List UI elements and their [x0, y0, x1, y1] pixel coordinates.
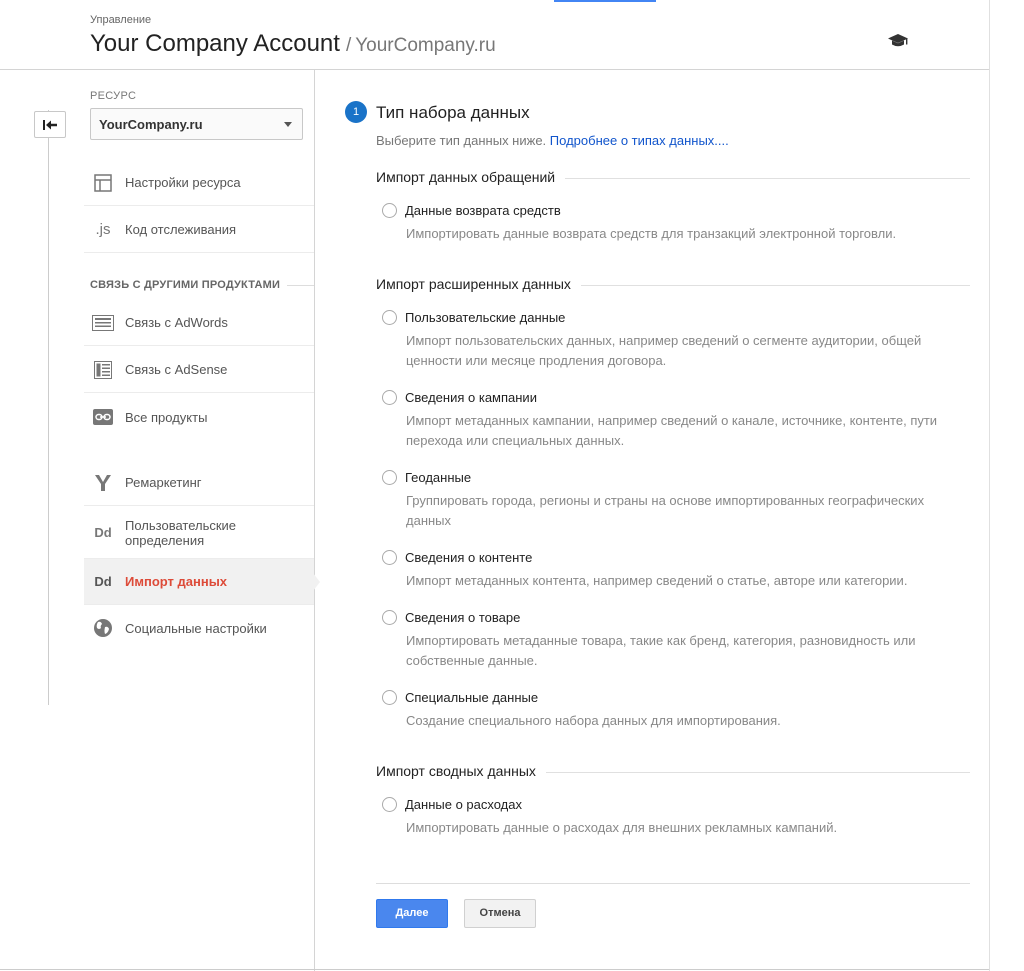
- option-description: Импорт пользовательских данных, например…: [406, 333, 922, 368]
- sidebar-item-label: Ремаркетинг: [125, 475, 202, 490]
- radio-button[interactable]: [382, 470, 397, 485]
- option-description: Импортировать данные возврата средств дл…: [406, 226, 897, 241]
- sidebar-item-custom-definitions[interactable]: Dd Пользовательские определения: [84, 507, 314, 559]
- sidebar-item-label: Импорт данных: [125, 574, 228, 589]
- sidebar-item-label: Связь с AdWords: [125, 315, 228, 330]
- sidebar-item-tracking-code[interactable]: .js Код отслеживания: [84, 207, 314, 253]
- section-divider: [287, 285, 314, 286]
- resource-select[interactable]: YourCompany.ru: [90, 108, 303, 140]
- adwords-icon: [92, 312, 114, 334]
- option-label[interactable]: Сведения о товаре: [405, 610, 520, 625]
- option-label[interactable]: Сведения о кампании: [405, 390, 537, 405]
- group-heading-hit-data: Импорт данных обращений: [376, 169, 566, 185]
- back-arrow-icon: [43, 119, 57, 130]
- sidebar-item-remarketing[interactable]: Ремаркетинг: [84, 460, 314, 506]
- property-settings-icon: [92, 172, 114, 194]
- sidebar-item-social-settings[interactable]: Социальные настройки: [84, 605, 314, 651]
- footer-divider: [0, 969, 989, 970]
- dd-icon: Dd: [94, 574, 112, 589]
- option-description: Создание специального набора данных для …: [406, 713, 781, 728]
- step-title: Тип набора данных: [376, 103, 530, 122]
- sidebar-item-adwords[interactable]: Связь с AdWords: [84, 300, 314, 346]
- option-description: Импорт метаданных контента, например све…: [406, 573, 908, 588]
- option-label[interactable]: Данные возврата средств: [405, 203, 561, 218]
- radio-button[interactable]: [382, 610, 397, 625]
- option-label[interactable]: Сведения о контенте: [405, 550, 532, 565]
- radio-button[interactable]: [382, 390, 397, 405]
- radio-button[interactable]: [382, 550, 397, 565]
- resource-select-value: YourCompany.ru: [99, 117, 203, 132]
- sidebar-item-label: Код отслеживания: [125, 222, 237, 237]
- group-heading-summary-data: Импорт сводных данных: [376, 763, 546, 779]
- radio-button[interactable]: [382, 203, 397, 218]
- option-label[interactable]: Специальные данные: [405, 690, 538, 705]
- section-heading-linking: СВЯЗЬ С ДРУГИМИ ПРОДУКТАМИ: [90, 279, 281, 291]
- option-description: Группировать города, регионы и страны на…: [406, 493, 925, 528]
- account-name[interactable]: Your Company Account: [90, 30, 340, 57]
- sidebar-item-label: Пользовательские определения: [125, 517, 237, 548]
- nav-rail-line: [48, 110, 49, 705]
- js-icon: .js: [95, 221, 111, 238]
- sidebar-item-data-import[interactable]: Dd Импорт данных: [84, 559, 314, 605]
- form-footer-divider: [376, 883, 970, 884]
- title-separator: /: [345, 35, 352, 56]
- option-description: Импортировать данные о расходах для внеш…: [406, 820, 838, 835]
- dd-icon: Dd: [94, 525, 112, 540]
- radio-button[interactable]: [382, 310, 397, 325]
- sidebar-item-label: Социальные настройки: [125, 620, 267, 636]
- remarketing-icon: [92, 472, 114, 494]
- radio-button[interactable]: [382, 690, 397, 705]
- option-description: Импорт метаданных кампании, например све…: [406, 413, 938, 448]
- sidebar-item-label: Настройки ресурса: [125, 175, 241, 190]
- adsense-icon: [92, 359, 114, 381]
- step-description: Выберите тип данных ниже. Подробнее о ти…: [376, 133, 729, 148]
- data-types-help-link[interactable]: Подробнее о типах данных....: [550, 133, 729, 148]
- column-divider: [314, 70, 315, 971]
- step-description-text: Выберите тип данных ниже.: [376, 133, 547, 148]
- back-button[interactable]: [34, 111, 66, 138]
- header: Управление Your Company Account / YourComp…: [0, 0, 989, 70]
- page-title: Your Company Account / YourCompany.ru: [90, 30, 496, 58]
- group-heading-extended-data: Импорт расширенных данных: [376, 276, 581, 292]
- next-button[interactable]: Далее: [376, 899, 448, 928]
- dropdown-arrow-icon: [284, 122, 292, 127]
- resource-label: РЕСУРС: [90, 90, 137, 102]
- sidebar-item-property-settings[interactable]: Настройки ресурса: [84, 160, 314, 206]
- right-edge-panel: [989, 0, 1024, 971]
- active-item-pointer: [313, 573, 320, 591]
- cancel-button[interactable]: Отмена: [464, 899, 536, 928]
- globe-icon: [92, 617, 114, 639]
- property-name[interactable]: YourCompany.ru: [355, 35, 495, 56]
- breadcrumb[interactable]: Управление: [90, 14, 151, 26]
- link-icon: [92, 406, 114, 428]
- sidebar-item-label: Все продукты: [125, 409, 208, 425]
- option-description: Импортировать метаданные товара, такие к…: [406, 633, 916, 668]
- radio-button[interactable]: [382, 797, 397, 812]
- sidebar-item-adsense[interactable]: Связь с AdSense: [84, 347, 314, 393]
- option-label[interactable]: Пользовательские данные: [405, 310, 565, 325]
- sidebar-item-all-products[interactable]: Все продукты: [84, 394, 314, 440]
- option-label[interactable]: Геоданные: [405, 470, 471, 485]
- step-number-badge: 1: [345, 101, 367, 123]
- sidebar-item-label: Связь с AdSense: [125, 362, 228, 377]
- graduation-cap-icon[interactable]: [887, 33, 909, 49]
- option-label[interactable]: Данные о расходах: [405, 797, 522, 812]
